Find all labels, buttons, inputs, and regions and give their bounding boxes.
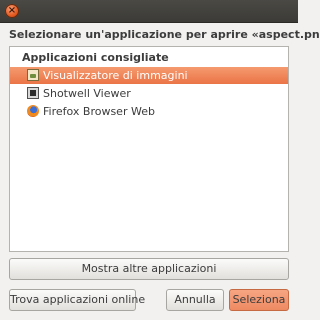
title-bar: × — [0, 0, 298, 23]
shotwell-icon — [27, 87, 39, 99]
image-viewer-icon — [27, 69, 39, 81]
list-item-label: Firefox Browser Web — [43, 105, 155, 118]
recommended-apps-list: Applicazioni consigliate Visualizzatore … — [9, 46, 289, 252]
list-item-firefox[interactable]: Firefox Browser Web — [10, 103, 288, 120]
list-header: Applicazioni consigliate — [22, 51, 169, 64]
open-with-dialog: × Selezionare un'applicazione per aprire… — [0, 0, 320, 320]
list-item-shotwell[interactable]: Shotwell Viewer — [10, 85, 288, 102]
cancel-button[interactable]: Annulla — [166, 289, 224, 311]
find-apps-online-button[interactable]: Trova applicazioni online — [9, 289, 145, 311]
show-more-apps-button[interactable]: Mostra altre applicazioni — [9, 258, 289, 280]
list-item-image-viewer[interactable]: Visualizzatore di immagini — [10, 67, 288, 84]
dialog-heading: Selezionare un'applicazione per aprire «… — [9, 28, 320, 41]
select-button[interactable]: Seleziona — [229, 289, 289, 311]
list-item-label: Visualizzatore di immagini — [43, 69, 188, 82]
close-icon[interactable]: × — [5, 4, 19, 18]
firefox-icon — [27, 105, 39, 117]
list-item-label: Shotwell Viewer — [43, 87, 131, 100]
